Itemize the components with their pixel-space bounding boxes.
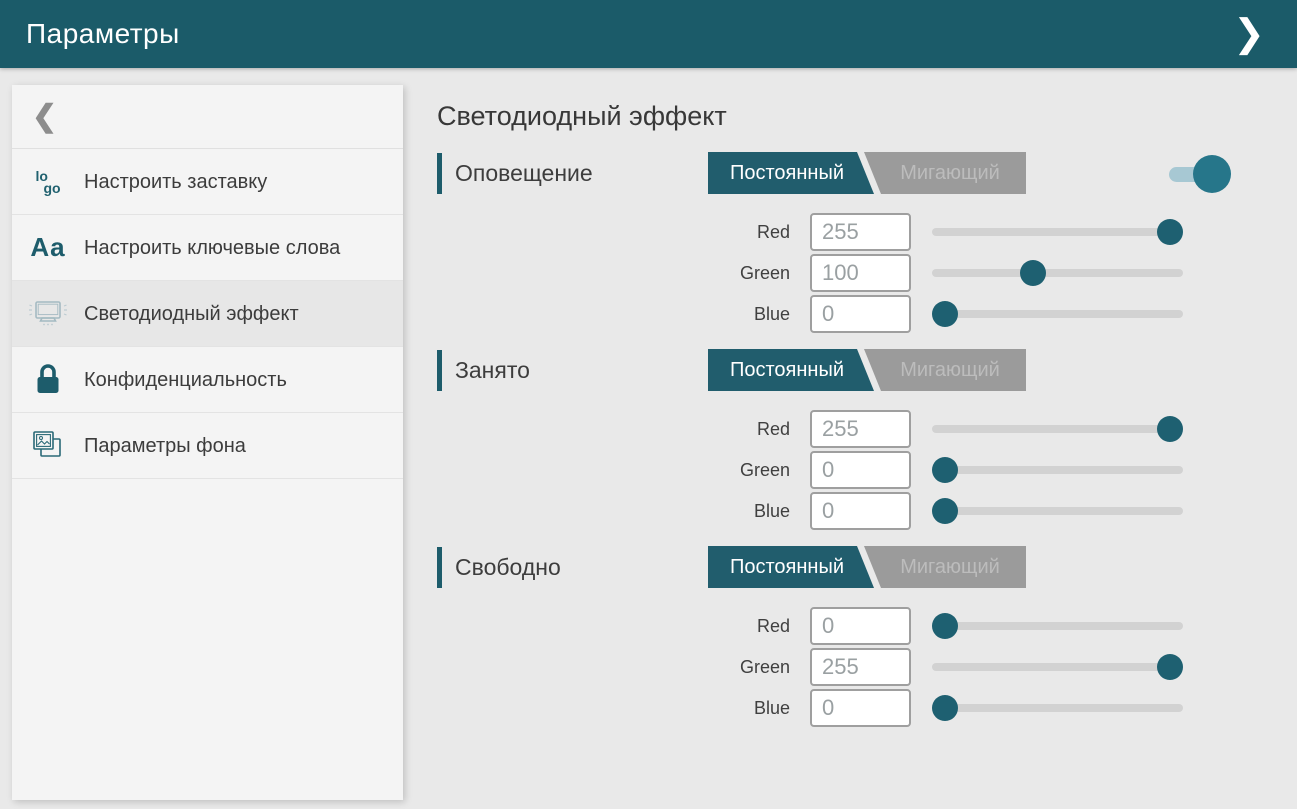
green-label: Green bbox=[437, 460, 790, 481]
slider-thumb[interactable] bbox=[932, 613, 958, 639]
red-slider[interactable] bbox=[932, 612, 1183, 640]
sidebar: ❮ lo go Настроить заставку Aa Настроить … bbox=[12, 85, 403, 800]
slider-track bbox=[932, 228, 1183, 236]
red-value-input[interactable] bbox=[810, 213, 911, 251]
red-slider[interactable] bbox=[932, 415, 1183, 443]
red-label: Red bbox=[437, 419, 790, 440]
blue-value-input[interactable] bbox=[810, 492, 911, 530]
green-row: Green bbox=[437, 254, 1297, 292]
keywords-icon: Aa bbox=[12, 232, 84, 263]
red-row: Red bbox=[437, 410, 1297, 448]
mode-option-constant-label: Постоянный bbox=[708, 152, 866, 194]
slider-track bbox=[932, 425, 1183, 433]
back-chevron-icon: ❮ bbox=[32, 102, 57, 132]
led-enable-switch[interactable] bbox=[1169, 154, 1231, 194]
green-value-input[interactable] bbox=[810, 648, 911, 686]
blue-label: Blue bbox=[437, 698, 790, 719]
slider-thumb[interactable] bbox=[1157, 654, 1183, 680]
blue-slider[interactable] bbox=[932, 300, 1183, 328]
page-title: Параметры bbox=[26, 18, 1227, 50]
slider-track bbox=[932, 466, 1183, 474]
slider-thumb[interactable] bbox=[932, 695, 958, 721]
section-accent-bar bbox=[437, 350, 442, 391]
logo-icon: lo go bbox=[12, 170, 84, 194]
green-slider[interactable] bbox=[932, 259, 1183, 287]
sidebar-item-label: Настроить заставку bbox=[84, 169, 267, 195]
blue-row: Blue bbox=[437, 689, 1297, 727]
slider-track bbox=[932, 622, 1183, 630]
mode-option-blinking-label: Мигающий bbox=[874, 152, 1026, 194]
mode-option-constant-label: Постоянный bbox=[708, 546, 866, 588]
led-screen-icon bbox=[12, 296, 84, 332]
blue-label: Blue bbox=[437, 501, 790, 522]
slider-thumb[interactable] bbox=[932, 498, 958, 524]
slider-thumb[interactable] bbox=[1157, 416, 1183, 442]
sidebar-item-background[interactable]: Параметры фона bbox=[12, 413, 403, 479]
green-value-input[interactable] bbox=[810, 254, 911, 292]
sidebar-item-screensaver[interactable]: lo go Настроить заставку bbox=[12, 149, 403, 215]
slider-track bbox=[932, 269, 1183, 277]
section-title: Оповещение bbox=[455, 160, 593, 187]
led-section-notification: Оповещение Постоянный Мигающий Red bbox=[437, 152, 1297, 333]
green-row: Green bbox=[437, 648, 1297, 686]
mode-option-constant-label: Постоянный bbox=[708, 349, 866, 391]
red-row: Red bbox=[437, 607, 1297, 645]
red-value-input[interactable] bbox=[810, 607, 911, 645]
slider-track bbox=[932, 663, 1183, 671]
mode-option-blinking-label: Мигающий bbox=[874, 546, 1026, 588]
section-accent-bar bbox=[437, 153, 442, 194]
slider-thumb[interactable] bbox=[1020, 260, 1046, 286]
green-row: Green bbox=[437, 451, 1297, 489]
green-value-input[interactable] bbox=[810, 451, 911, 489]
led-section-busy: Занято Постоянный Мигающий Red bbox=[437, 349, 1297, 530]
mode-option-blinking-label: Мигающий bbox=[874, 349, 1026, 391]
section-accent-bar bbox=[437, 547, 442, 588]
sidebar-item-label: Настроить ключевые слова bbox=[84, 235, 340, 261]
slider-thumb[interactable] bbox=[932, 301, 958, 327]
led-section-free: Свободно Постоянный Мигающий Red bbox=[437, 546, 1297, 727]
main-content: Светодиодный эффект Оповещение Постоянны… bbox=[437, 85, 1297, 743]
blue-value-input[interactable] bbox=[810, 295, 911, 333]
slider-thumb[interactable] bbox=[1157, 219, 1183, 245]
red-slider[interactable] bbox=[932, 218, 1183, 246]
green-label: Green bbox=[437, 657, 790, 678]
green-slider[interactable] bbox=[932, 653, 1183, 681]
sidebar-item-label: Конфиденциальность bbox=[84, 367, 287, 393]
red-label: Red bbox=[437, 222, 790, 243]
red-label: Red bbox=[437, 616, 790, 637]
sidebar-item-led-effect[interactable]: Светодиодный эффект bbox=[12, 281, 403, 347]
blue-slider[interactable] bbox=[932, 497, 1183, 525]
sidebar-item-label: Светодиодный эффект bbox=[84, 301, 299, 327]
blue-row: Blue bbox=[437, 492, 1297, 530]
section-title: Свободно bbox=[455, 554, 561, 581]
red-value-input[interactable] bbox=[810, 410, 911, 448]
section-title: Занято bbox=[455, 357, 530, 384]
slider-track bbox=[932, 507, 1183, 515]
switch-thumb bbox=[1193, 155, 1231, 193]
green-slider[interactable] bbox=[932, 456, 1183, 484]
slider-track bbox=[932, 310, 1183, 318]
mode-toggle: Постоянный Мигающий bbox=[708, 152, 1026, 194]
green-label: Green bbox=[437, 263, 790, 284]
sidebar-item-label: Параметры фона bbox=[84, 433, 246, 459]
sidebar-back-button[interactable]: ❮ bbox=[12, 85, 403, 149]
slider-track bbox=[932, 704, 1183, 712]
slider-thumb[interactable] bbox=[932, 457, 958, 483]
blue-slider[interactable] bbox=[932, 694, 1183, 722]
top-header-bar: Параметры ❯ bbox=[0, 0, 1297, 68]
main-title: Светодиодный эффект bbox=[437, 100, 1297, 133]
settings-app: Параметры ❯ ❮ lo go Настроить заставку A… bbox=[0, 0, 1297, 809]
red-row: Red bbox=[437, 213, 1297, 251]
background-image-icon bbox=[12, 428, 84, 464]
blue-label: Blue bbox=[437, 304, 790, 325]
blue-row: Blue bbox=[437, 295, 1297, 333]
sidebar-item-keywords[interactable]: Aa Настроить ключевые слова bbox=[12, 215, 403, 281]
forward-chevron-icon[interactable]: ❯ bbox=[1227, 11, 1271, 57]
blue-value-input[interactable] bbox=[810, 689, 911, 727]
sidebar-item-privacy[interactable]: Конфиденциальность bbox=[12, 347, 403, 413]
mode-toggle: Постоянный Мигающий bbox=[708, 546, 1026, 588]
mode-toggle: Постоянный Мигающий bbox=[708, 349, 1026, 391]
lock-icon bbox=[12, 362, 84, 398]
